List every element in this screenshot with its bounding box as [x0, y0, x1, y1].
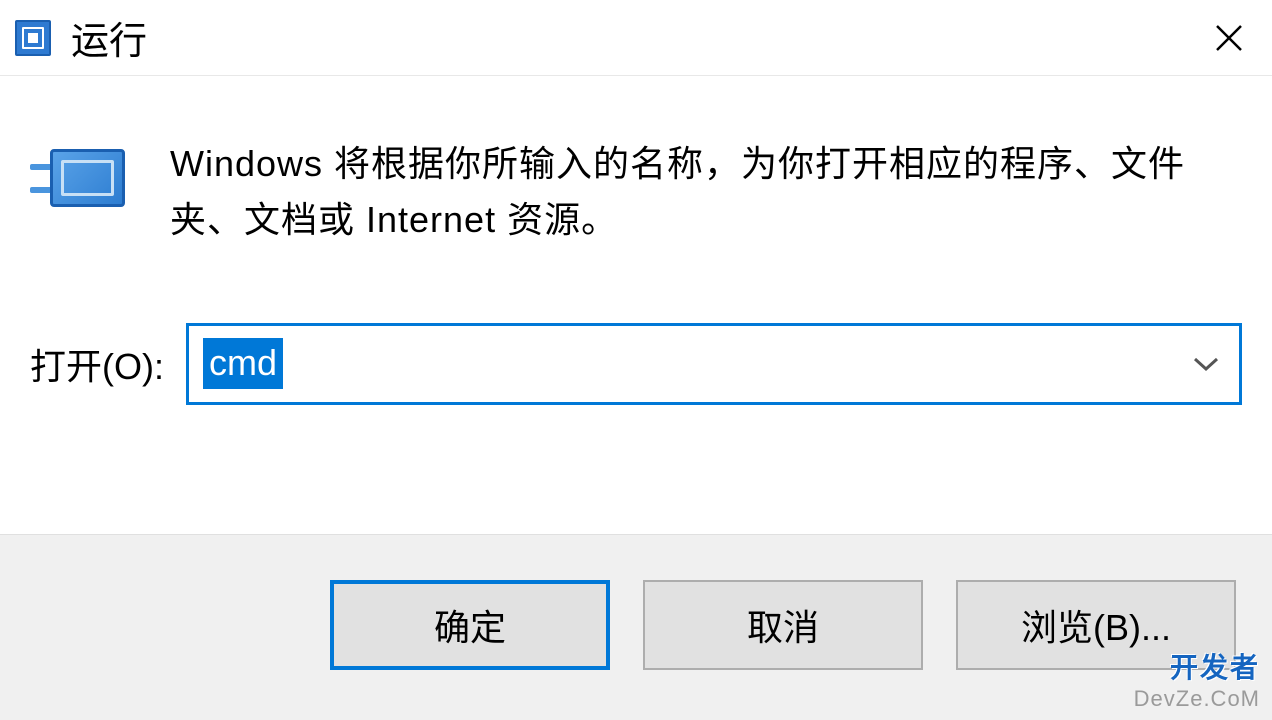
description-row: Windows 将根据你所输入的名称，为你打开相应的程序、文件夹、文档或 Int… [30, 136, 1242, 248]
titlebar: 运行 [0, 0, 1272, 76]
open-label: 打开(O): [30, 338, 164, 390]
open-combobox[interactable]: cmd [186, 323, 1242, 405]
input-row: 打开(O): cmd [30, 323, 1242, 405]
button-bar: 确定 取消 浏览(B)... 开发者 DevZe.CoM [0, 534, 1272, 720]
description-text: Windows 将根据你所输入的名称，为你打开相应的程序、文件夹、文档或 Int… [170, 136, 1242, 248]
run-dialog-icon [15, 20, 51, 56]
close-icon [1214, 23, 1244, 53]
chevron-down-icon[interactable] [1193, 348, 1219, 379]
open-input-value[interactable]: cmd [203, 338, 283, 389]
dialog-title: 运行 [71, 10, 147, 65]
watermark-line2: DevZe.CoM [1134, 686, 1260, 712]
browse-button[interactable]: 浏览(B)... [956, 580, 1236, 670]
close-button[interactable] [1204, 13, 1254, 63]
cancel-button[interactable]: 取消 [643, 580, 923, 670]
ok-button[interactable]: 确定 [330, 580, 610, 670]
titlebar-left: 运行 [15, 10, 147, 65]
run-program-icon [30, 144, 135, 214]
content-area: Windows 将根据你所输入的名称，为你打开相应的程序、文件夹、文档或 Int… [0, 76, 1272, 534]
